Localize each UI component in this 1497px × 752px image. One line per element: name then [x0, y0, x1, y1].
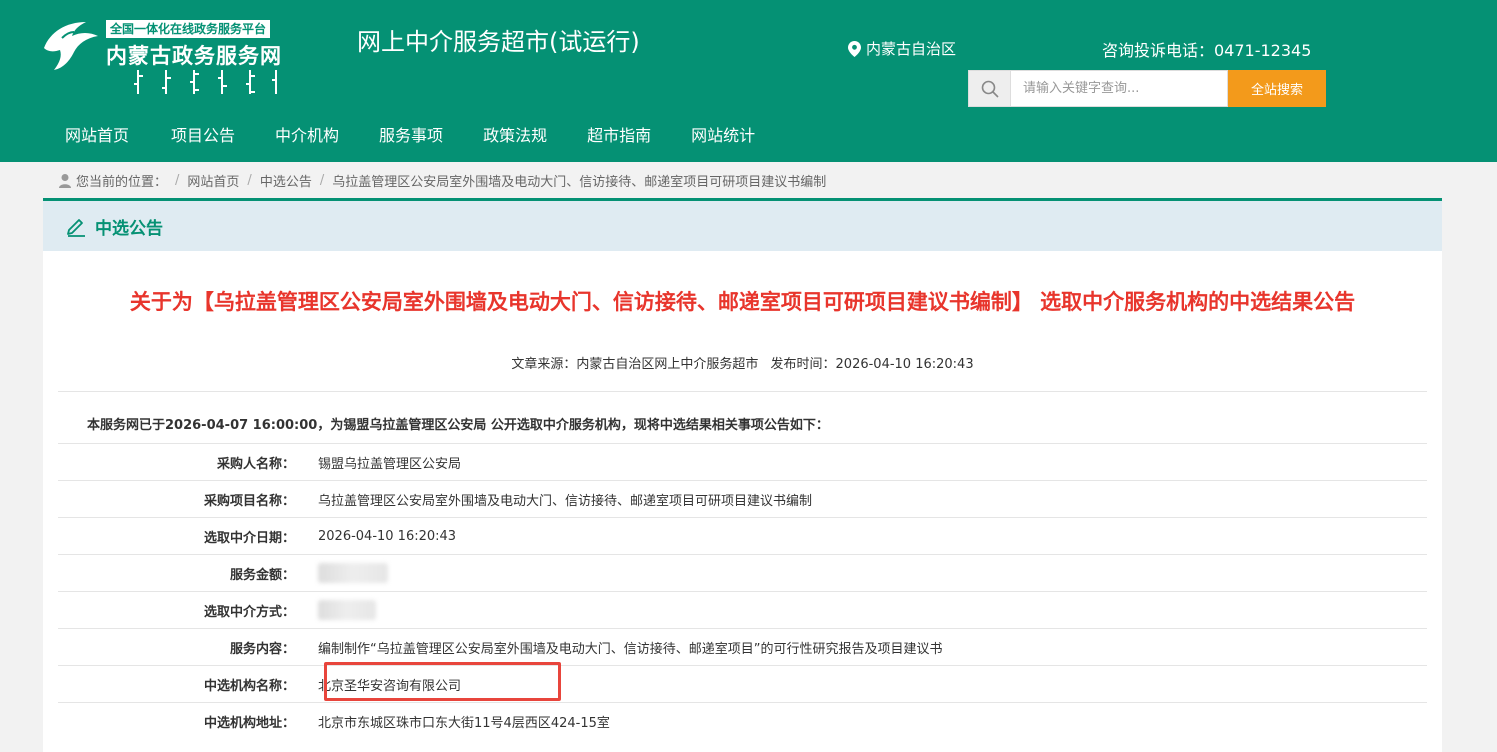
- article-publish-time: 发布时间：2026-04-10 16:20:43: [770, 357, 974, 372]
- table-row: 服务内容： 编制制作“乌拉盖管理区公安局室外围墙及电动大门、信访接待、邮递室项目…: [58, 628, 1427, 666]
- divider: [58, 391, 1427, 392]
- site-header: 全国一体化在线政务服务平台 内蒙古政务服务网 网上中介服务超市(试运行) 内蒙古…: [0, 0, 1497, 162]
- search-bar: 全站搜索: [968, 70, 1326, 107]
- row-value-redacted: [318, 591, 1427, 629]
- main-nav: 网站首页 项目公告 中介机构 服务事项 政策法规 超市指南 网站统计: [45, 113, 775, 159]
- result-table: 采购人名称： 锡盟乌拉盖管理区公安局 采购项目名称： 乌拉盖管理区公安局室外围墙…: [58, 443, 1427, 740]
- table-row: 服务金额：: [58, 554, 1427, 592]
- nav-item-agencies[interactable]: 中介机构: [255, 113, 359, 159]
- breadcrumb-section-link[interactable]: 中选公告: [260, 171, 312, 190]
- table-row: 选取中介日期： 2026-04-10 16:20:43: [58, 517, 1427, 555]
- site-search-button[interactable]: 全站搜索: [1228, 70, 1326, 107]
- row-label: 服务金额：: [58, 554, 318, 592]
- mongolian-script-icon: [134, 70, 277, 94]
- nav-item-home[interactable]: 网站首页: [45, 113, 149, 159]
- breadcrumb-home-link[interactable]: 网站首页: [187, 171, 239, 190]
- logo-badge: 全国一体化在线政务服务平台: [106, 20, 271, 38]
- horse-logo-icon: [44, 22, 98, 70]
- row-value: 北京市东城区珠市口东大街11号4层西区424-15室: [318, 702, 1427, 740]
- row-value: 锡盟乌拉盖管理区公安局: [318, 443, 1427, 481]
- panel-header: 中选公告: [43, 201, 1442, 251]
- table-row: 采购项目名称： 乌拉盖管理区公安局室外围墙及电动大门、信访接待、邮递室项目可研项…: [58, 480, 1427, 518]
- redacted-value: [318, 563, 388, 583]
- region-selector[interactable]: 内蒙古自治区: [848, 38, 956, 59]
- hotline: 咨询投诉电话：0471-12345: [1102, 41, 1312, 60]
- article-title: 关于为【乌拉盖管理区公安局室外围墙及电动大门、信访接待、邮递室项目可研项目建议书…: [129, 290, 1356, 314]
- edit-pen-icon: [67, 219, 85, 237]
- site-title: 网上中介服务超市(试运行): [357, 28, 640, 56]
- row-value: 编制制作“乌拉盖管理区公安局室外围墙及电动大门、信访接待、邮递室项目”的可行性研…: [318, 628, 1427, 666]
- row-label: 中选机构地址：: [58, 702, 318, 740]
- table-row: 采购人名称： 锡盟乌拉盖管理区公安局: [58, 443, 1427, 481]
- breadcrumb-separator: /: [319, 172, 325, 188]
- row-label: 选取中介日期：: [58, 517, 318, 555]
- article-source: 文章来源：内蒙古自治区网上中介服务超市: [511, 357, 759, 372]
- row-label: 中选机构名称：: [58, 665, 318, 703]
- region-label: 内蒙古自治区: [866, 40, 957, 58]
- row-label: 采购项目名称：: [58, 480, 318, 518]
- user-icon: [59, 173, 71, 188]
- site-logo[interactable]: 全国一体化在线政务服务平台 内蒙古政务服务网: [40, 18, 285, 98]
- row-value: 乌拉盖管理区公安局室外围墙及电动大门、信访接待、邮递室项目可研项目建议书编制: [318, 480, 1427, 518]
- nav-item-services[interactable]: 服务事项: [359, 113, 463, 159]
- breadcrumb: 您当前的位置： / 网站首页 / 中选公告 / 乌拉盖管理区公安局室外围墙及电动…: [58, 170, 826, 190]
- location-pin-icon: [848, 40, 861, 57]
- nav-item-guide[interactable]: 超市指南: [567, 113, 671, 159]
- row-label: 选取中介方式：: [58, 591, 318, 629]
- article-meta: 文章来源：内蒙古自治区网上中介服务超市 发布时间：2026-04-10 16:2…: [43, 353, 1442, 372]
- table-row: 中选机构地址： 北京市东城区珠市口东大街11号4层西区424-15室: [58, 702, 1427, 740]
- nav-item-project-notices[interactable]: 项目公告: [151, 113, 255, 159]
- row-value: 2026-04-10 16:20:43: [318, 517, 1427, 555]
- search-icon-container[interactable]: [968, 70, 1011, 107]
- table-row: 中选机构名称： 北京圣华安咨询有限公司: [58, 665, 1427, 703]
- nav-item-policies[interactable]: 政策法规: [463, 113, 567, 159]
- announcement-intro: 本服务网已于2026-04-07 16:00:00，为锡盟乌拉盖管理区公安局 公…: [87, 418, 829, 433]
- highlight-box: [324, 662, 561, 701]
- table-row: 选取中介方式：: [58, 591, 1427, 629]
- row-label: 采购人名称：: [58, 443, 318, 481]
- breadcrumb-current: 乌拉盖管理区公安局室外围墙及电动大门、信访接待、邮递室项目可研项目建议书编制: [332, 174, 827, 190]
- logo-name: 内蒙古政务服务网: [106, 44, 282, 68]
- redacted-value: [318, 600, 376, 620]
- breadcrumb-separator: /: [175, 172, 180, 188]
- row-label: 服务内容：: [58, 628, 318, 666]
- search-input[interactable]: [1011, 70, 1228, 107]
- content-panel: 中选公告 关于为【乌拉盖管理区公安局室外围墙及电动大门、信访接待、邮递室项目可研…: [43, 198, 1442, 752]
- breadcrumb-prefix: 您当前的位置：: [76, 174, 168, 190]
- row-value-redacted: [318, 554, 1427, 592]
- nav-item-statistics[interactable]: 网站统计: [671, 113, 775, 159]
- breadcrumb-separator: /: [247, 172, 252, 188]
- search-icon: [981, 80, 999, 98]
- panel-heading: 中选公告: [95, 218, 163, 239]
